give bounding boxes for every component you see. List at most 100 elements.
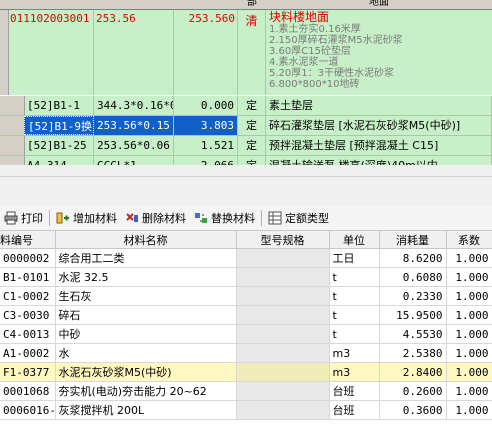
material-consumption[interactable]: 4.5530 <box>379 324 447 344</box>
quota-type-button[interactable]: 定额类型 <box>264 208 333 228</box>
quota-name[interactable]: 预拌混凝土垫层 [预拌混凝土 C15] <box>266 136 492 155</box>
material-code[interactable]: 0000002 <box>0 248 56 268</box>
material-code[interactable]: 0001068 <box>0 381 56 401</box>
material-consumption[interactable]: 2.5380 <box>379 343 447 363</box>
material-code[interactable]: 0006016-1 <box>0 400 56 420</box>
table-row[interactable]: B1-0101 水泥 32.5 t 0.6080 1.000 <box>0 267 492 287</box>
material-factor[interactable]: 1.000 <box>446 286 492 306</box>
material-name[interactable]: 碎石 <box>55 305 237 325</box>
material-consumption[interactable]: 0.2330 <box>379 286 447 306</box>
material-spec[interactable] <box>236 324 330 344</box>
quota-qty[interactable]: 0.000 <box>174 96 238 115</box>
quota-code[interactable]: A4-314 <box>24 156 94 165</box>
quota-expr[interactable]: 253.56*0.15 <box>94 116 174 135</box>
material-unit[interactable]: m3 <box>329 343 380 363</box>
material-factor[interactable]: 1.000 <box>446 248 492 268</box>
material-unit[interactable]: t <box>329 305 380 325</box>
material-factor[interactable]: 1.000 <box>446 305 492 325</box>
quota-code[interactable]: [52]B1-1 <box>24 96 94 115</box>
material-name[interactable]: 夯实机(电动)夯击能力 20~62 <box>55 381 237 401</box>
material-name[interactable]: 灰浆搅拌机 200L <box>55 400 237 420</box>
bill-code[interactable]: 011102003001 <box>8 10 94 95</box>
material-consumption[interactable]: 0.6080 <box>379 267 447 287</box>
material-unit[interactable]: t <box>329 267 380 287</box>
quota-code[interactable]: [52]B1-9换 <box>24 116 94 135</box>
table-row[interactable]: 0001068 夯实机(电动)夯击能力 20~62 台班 0.2600 1.00… <box>0 381 492 401</box>
col-consumption[interactable]: 消耗量 <box>379 231 447 249</box>
print-button[interactable]: 打印 <box>0 208 47 228</box>
material-unit[interactable]: m3 <box>329 362 380 382</box>
quota-qty[interactable]: 2.066 <box>174 156 238 165</box>
material-consumption[interactable]: 15.9500 <box>379 305 447 325</box>
material-consumption[interactable]: 8.6200 <box>379 248 447 268</box>
material-factor[interactable]: 1.000 <box>446 324 492 344</box>
quota-expr[interactable]: 253.56*0.06 <box>94 136 174 155</box>
col-unit[interactable]: 单位 <box>329 231 380 249</box>
material-code[interactable]: F1-0377 <box>0 362 56 382</box>
quota-qty[interactable]: 3.803 <box>174 116 238 135</box>
material-spec[interactable] <box>236 248 330 268</box>
material-code[interactable]: B1-0101 <box>0 267 56 287</box>
material-name[interactable]: 中砂 <box>55 324 237 344</box>
material-factor[interactable]: 1.000 <box>446 343 492 363</box>
delete-material-button[interactable]: 删除材料 <box>121 208 190 228</box>
quota-name[interactable]: 混凝土输送泵 楼高(深度)40m以内 <box>266 156 492 165</box>
material-code[interactable]: C4-0013 <box>0 324 56 344</box>
material-unit[interactable]: 台班 <box>329 381 380 401</box>
material-name[interactable]: 水泥石灰砂浆M5(中砂) <box>55 362 237 382</box>
table-row[interactable]: C1-0002 生石灰 t 0.2330 1.000 <box>0 286 492 306</box>
material-spec[interactable] <box>236 267 330 287</box>
material-consumption[interactable]: 0.2600 <box>379 381 447 401</box>
material-factor[interactable]: 1.000 <box>446 400 492 420</box>
table-row-highlighted[interactable]: F1-0377 水泥石灰砂浆M5(中砂) m3 2.8400 1.000 <box>0 362 492 382</box>
material-unit[interactable]: t <box>329 286 380 306</box>
col-name[interactable]: 材料名称 <box>55 231 237 249</box>
col-code[interactable]: 料编号 <box>0 231 56 249</box>
table-row[interactable]: C4-0013 中砂 t 4.5530 1.000 <box>0 324 492 344</box>
table-row[interactable]: A1-0002 水 m3 2.5380 1.000 <box>0 343 492 363</box>
bill-description[interactable]: 块料楼地面 1.素土夯实0.16米厚 2.150厚碎石灌浆M5水泥砂浆 3.60… <box>266 10 492 95</box>
material-unit[interactable]: 工日 <box>329 248 380 268</box>
material-name[interactable]: 综合用工二类 <box>55 248 237 268</box>
quota-row[interactable]: A4-314 GCGL*1 2.066 定 混凝土输送泵 楼高(深度)40m以内 <box>0 156 492 165</box>
table-row[interactable]: C3-0030 碎石 t 15.9500 1.000 <box>0 305 492 325</box>
material-factor[interactable]: 1.000 <box>446 267 492 287</box>
col-spec[interactable]: 型号规格 <box>236 231 330 249</box>
material-code[interactable]: A1-0002 <box>0 343 56 363</box>
material-consumption[interactable]: 0.3600 <box>379 400 447 420</box>
material-name[interactable]: 水泥 32.5 <box>55 267 237 287</box>
quota-code[interactable]: [52]B1-25 <box>24 136 94 155</box>
material-spec[interactable] <box>236 305 330 325</box>
pane-splitter[interactable] <box>0 165 492 175</box>
material-code[interactable]: C3-0030 <box>0 305 56 325</box>
material-unit[interactable]: t <box>329 324 380 344</box>
material-spec[interactable] <box>236 362 330 382</box>
quota-qty[interactable]: 1.521 <box>174 136 238 155</box>
bill-item-row[interactable]: 011102003001 253.56 253.560 清 块料楼地面 1.素土… <box>0 10 492 95</box>
quota-row[interactable]: [52]B1-1 344.3*0.16*0 0.000 定 素土垫层 <box>0 96 492 116</box>
material-name[interactable]: 生石灰 <box>55 286 237 306</box>
quota-expr[interactable]: 344.3*0.16*0 <box>94 96 174 115</box>
material-spec[interactable] <box>236 343 330 363</box>
quota-name[interactable]: 素土垫层 <box>266 96 492 115</box>
material-unit[interactable]: 台班 <box>329 400 380 420</box>
material-code[interactable]: C1-0002 <box>0 286 56 306</box>
bill-qty-expr[interactable]: 253.56 <box>94 10 174 95</box>
quota-row[interactable]: [52]B1-25 253.56*0.06 1.521 定 预拌混凝土垫层 [预… <box>0 136 492 156</box>
material-spec[interactable] <box>236 286 330 306</box>
material-spec[interactable] <box>236 381 330 401</box>
quota-row-selected[interactable]: [52]B1-9换 253.56*0.15 3.803 定 碎石灌浆垫层 [水泥… <box>0 116 492 136</box>
horizontal-scroll-area[interactable] <box>0 176 492 205</box>
material-factor[interactable]: 1.000 <box>446 362 492 382</box>
material-consumption[interactable]: 2.8400 <box>379 362 447 382</box>
material-spec[interactable] <box>236 400 330 420</box>
bill-qty[interactable]: 253.560 <box>174 10 238 95</box>
col-factor[interactable]: 系数 <box>446 231 492 249</box>
quota-name[interactable]: 碎石灌浆垫层 [水泥石灰砂浆M5(中砂)] <box>266 116 492 135</box>
material-name[interactable]: 水 <box>55 343 237 363</box>
table-row[interactable]: 0000002 综合用工二类 工日 8.6200 1.000 <box>0 248 492 268</box>
table-row[interactable]: 0006016-1 灰浆搅拌机 200L 台班 0.3600 1.000 <box>0 400 492 420</box>
material-factor[interactable]: 1.000 <box>446 381 492 401</box>
replace-material-button[interactable]: 替换材料 <box>190 208 259 228</box>
quota-expr[interactable]: GCGL*1 <box>94 156 174 165</box>
